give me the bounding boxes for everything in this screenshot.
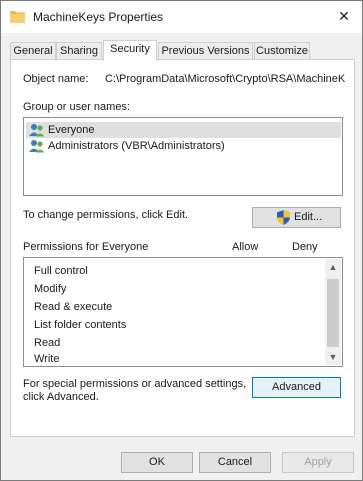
close-icon: ✕ — [338, 8, 350, 24]
users-icon — [29, 140, 45, 153]
change-permissions-hint: To change permissions, click Edit. — [23, 209, 189, 221]
tab-general[interactable]: General — [10, 42, 56, 60]
folder-icon — [10, 11, 25, 23]
edit-button-label: Edit... — [294, 211, 323, 223]
window-title: MachineKeys Properties — [33, 10, 164, 24]
scroll-thumb[interactable] — [327, 279, 339, 347]
users-icon — [29, 124, 45, 137]
security-panel: Object name: C:\ProgramData\Microsoft\Cr… — [10, 59, 355, 437]
permission-row: Write — [34, 353, 60, 365]
permission-row: Modify — [34, 283, 67, 295]
cancel-button[interactable]: Cancel — [199, 452, 271, 473]
permissions-for-label: Permissions for Everyone — [23, 241, 149, 253]
close-button[interactable]: ✕ — [336, 7, 352, 25]
shield-icon — [277, 210, 290, 225]
group-list[interactable]: Everyone Administrators (VBR\Administrat… — [23, 117, 343, 196]
permissions-scrollbar[interactable]: ▲ ▼ — [325, 259, 341, 365]
tab-customize[interactable]: Customize — [254, 42, 310, 60]
advanced-hint-line1: For special permissions or advanced sett… — [23, 378, 247, 390]
title-bar[interactable]: MachineKeys Properties ✕ — [1, 1, 362, 33]
tab-security[interactable]: Security — [103, 40, 157, 61]
group-name: Everyone — [48, 124, 95, 136]
group-name: Administrators (VBR\Administrators) — [48, 140, 225, 152]
deny-column-header: Deny — [292, 241, 318, 253]
properties-window: MachineKeys Properties ✕ General Sharing… — [0, 0, 363, 481]
ok-button[interactable]: OK — [121, 452, 193, 473]
apply-button[interactable]: Apply — [282, 452, 354, 473]
advanced-button[interactable]: Advanced — [252, 377, 341, 398]
edit-button[interactable]: Edit... — [252, 207, 341, 228]
list-item[interactable]: Everyone — [26, 122, 341, 138]
scroll-up-arrow-icon[interactable]: ▲ — [325, 259, 341, 275]
tab-previous-versions[interactable]: Previous Versions — [158, 42, 253, 60]
permissions-list[interactable]: Full control Modify Read & execute List … — [23, 257, 343, 367]
scroll-down-arrow-icon[interactable]: ▼ — [325, 349, 341, 365]
object-name-value: C:\ProgramData\Microsoft\Crypto\RSA\Mach… — [105, 73, 346, 85]
permission-row: Full control — [34, 265, 88, 277]
group-label: Group or user names: — [23, 101, 130, 113]
permission-row: List folder contents — [34, 319, 127, 331]
tab-sharing[interactable]: Sharing — [56, 42, 102, 60]
list-item[interactable]: Administrators (VBR\Administrators) — [26, 138, 225, 154]
advanced-hint-line2: click Advanced. — [23, 391, 99, 403]
allow-column-header: Allow — [232, 241, 259, 253]
object-name-label: Object name: — [23, 73, 89, 85]
permission-row: Read & execute — [34, 301, 113, 313]
